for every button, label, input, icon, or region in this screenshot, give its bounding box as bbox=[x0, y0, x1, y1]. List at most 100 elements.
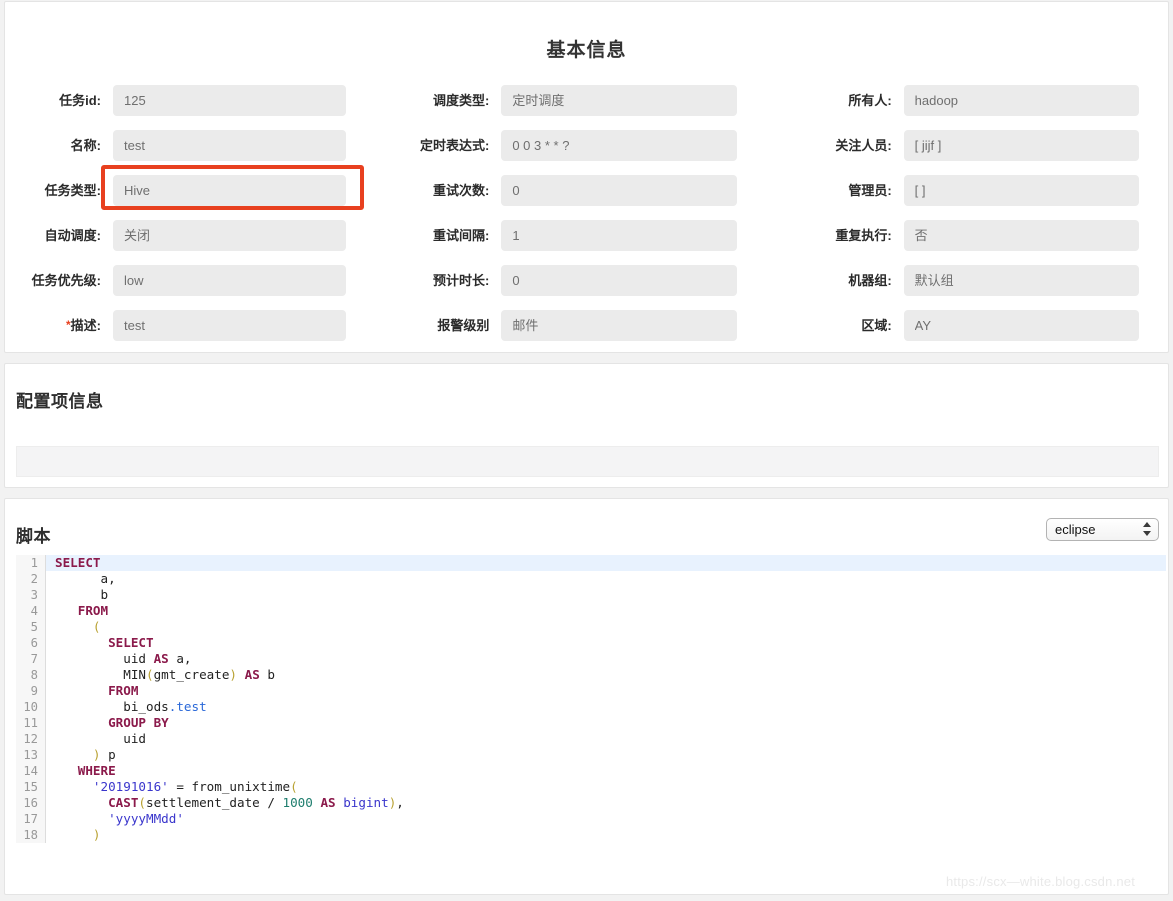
form-row: 任务优先级: 预计时长: 机器组: bbox=[5, 258, 1168, 303]
form-field-alarm-level: 报警级别 bbox=[396, 310, 783, 341]
code-token: AS bbox=[320, 795, 336, 810]
form-field-task-priority: 任务优先级: bbox=[5, 265, 396, 296]
form-field-estimated-duration: 预计时长: bbox=[396, 265, 783, 296]
code-token: a, bbox=[168, 651, 192, 666]
description-input[interactable] bbox=[113, 310, 346, 341]
code-line-text: b bbox=[46, 587, 1166, 603]
line-number: 8 bbox=[16, 667, 46, 683]
form-field-task-id: 任务id: bbox=[5, 85, 396, 116]
code-line-text: SELECT bbox=[46, 635, 1166, 651]
cron-expression-label: 定时表达式: bbox=[419, 138, 490, 153]
estimated-duration-label: 预计时长: bbox=[432, 273, 490, 288]
line-number: 4 bbox=[16, 603, 46, 619]
form-field-description: *描述: bbox=[5, 310, 396, 341]
code-line-text: ) p bbox=[46, 747, 1166, 763]
code-token: CAST bbox=[108, 795, 139, 810]
code-line-text: WHERE bbox=[46, 763, 1166, 779]
line-number: 12 bbox=[16, 731, 46, 747]
code-token: bigint bbox=[343, 795, 389, 810]
code-line-text: uid bbox=[46, 731, 1166, 747]
administrators-input[interactable] bbox=[903, 175, 1139, 206]
followers-label: 关注人员: bbox=[835, 138, 892, 153]
code-line: 13 ) p bbox=[16, 747, 1166, 763]
code-line: 8 MIN(gmt_create) AS b bbox=[16, 667, 1166, 683]
task-type-input[interactable] bbox=[113, 175, 346, 206]
form-field-task-name: 名称: bbox=[5, 130, 396, 161]
code-token: settlement_date / bbox=[146, 795, 283, 810]
auto-schedule-label: 自动调度: bbox=[44, 228, 101, 243]
line-number: 6 bbox=[16, 635, 46, 651]
config-info-card: 配置项信息 bbox=[4, 363, 1169, 488]
code-token: ) bbox=[92, 827, 101, 842]
code-token: FROM bbox=[77, 603, 109, 618]
estimated-duration-input[interactable] bbox=[501, 265, 738, 296]
alarm-level-input[interactable] bbox=[501, 310, 738, 341]
required-asterisk-icon: * bbox=[65, 318, 71, 332]
code-line: 2 a, bbox=[16, 571, 1166, 587]
line-number: 5 bbox=[16, 619, 46, 635]
code-token: MIN bbox=[55, 667, 146, 682]
code-line: 4 FROM bbox=[16, 603, 1166, 619]
repeat-execution-input[interactable] bbox=[903, 220, 1139, 251]
followers-input[interactable] bbox=[903, 130, 1139, 161]
code-line: 5 ( bbox=[16, 619, 1166, 635]
task-priority-input[interactable] bbox=[113, 265, 346, 296]
form-field-retry-count: 重试次数: bbox=[396, 175, 783, 206]
machine-group-input[interactable] bbox=[903, 265, 1139, 296]
code-token: .test bbox=[168, 699, 207, 714]
retry-count-input[interactable] bbox=[501, 175, 738, 206]
form-field-repeat-execution: 重复执行: bbox=[784, 220, 1168, 251]
form-field-followers: 关注人员: bbox=[784, 130, 1168, 161]
code-token: p bbox=[100, 747, 116, 762]
code-line: 12 uid bbox=[16, 731, 1166, 747]
line-number: 2 bbox=[16, 571, 46, 587]
form-row: 自动调度: 重试间隔: 重复执行: bbox=[5, 213, 1168, 258]
task-id-input[interactable] bbox=[113, 85, 346, 116]
code-token: ( bbox=[138, 795, 147, 810]
basic-info-card: 基本信息 任务id: 调度类型: 所有人: 名称: 定时表达式: 关注人员: 任务类型: 重试… bbox=[4, 1, 1169, 353]
auto-schedule-input[interactable] bbox=[113, 220, 346, 251]
line-number: 11 bbox=[16, 715, 46, 731]
code-line-text: SELECT bbox=[46, 555, 1166, 571]
code-line: 18 ) bbox=[16, 827, 1166, 843]
script-header: 脚本 eclipse bbox=[5, 499, 1168, 555]
editor-theme-select[interactable]: eclipse bbox=[1046, 518, 1159, 541]
form-field-cron-expression: 定时表达式: bbox=[396, 130, 783, 161]
schedule-type-input[interactable] bbox=[501, 85, 738, 116]
cron-expression-input[interactable] bbox=[501, 130, 738, 161]
code-line-text: uid AS a, bbox=[46, 651, 1166, 667]
owner-input[interactable] bbox=[903, 85, 1139, 116]
administrators-label: 管理员: bbox=[848, 183, 892, 198]
line-number: 15 bbox=[16, 779, 46, 795]
form-field-task-type: 任务类型: bbox=[5, 175, 396, 206]
task-name-input[interactable] bbox=[113, 130, 346, 161]
code-token: '20191016' bbox=[92, 779, 169, 794]
code-token: a, bbox=[55, 571, 116, 586]
region-input[interactable] bbox=[903, 310, 1139, 341]
code-token: 'yyyyMMdd' bbox=[108, 811, 184, 826]
form-row: *描述: 报警级别 区域: bbox=[5, 303, 1168, 348]
schedule-type-label: 调度类型: bbox=[432, 93, 490, 108]
sql-code-editor[interactable]: 1 SELECT 2 a, 3 b4 FROM 5 (6 SELECT 7 uid AS … bbox=[16, 555, 1166, 843]
code-line-text: ) bbox=[46, 827, 1166, 843]
code-token: bi_ods bbox=[55, 699, 169, 714]
line-number: 3 bbox=[16, 587, 46, 603]
line-number: 17 bbox=[16, 811, 46, 827]
form-field-schedule-type: 调度类型: bbox=[396, 85, 783, 116]
code-token: b bbox=[259, 667, 275, 682]
code-line-text: GROUP BY bbox=[46, 715, 1166, 731]
code-token: , bbox=[396, 795, 404, 810]
code-line-text: '20191016' = from_unixtime( bbox=[46, 779, 1166, 795]
script-section-title: 脚本 bbox=[16, 527, 51, 546]
code-token: WHERE bbox=[77, 763, 116, 778]
line-number: 10 bbox=[16, 699, 46, 715]
code-token: ( bbox=[146, 667, 154, 682]
retry-interval-input[interactable] bbox=[501, 220, 738, 251]
line-number: 18 bbox=[16, 827, 46, 843]
form-field-machine-group: 机器组: bbox=[784, 265, 1168, 296]
